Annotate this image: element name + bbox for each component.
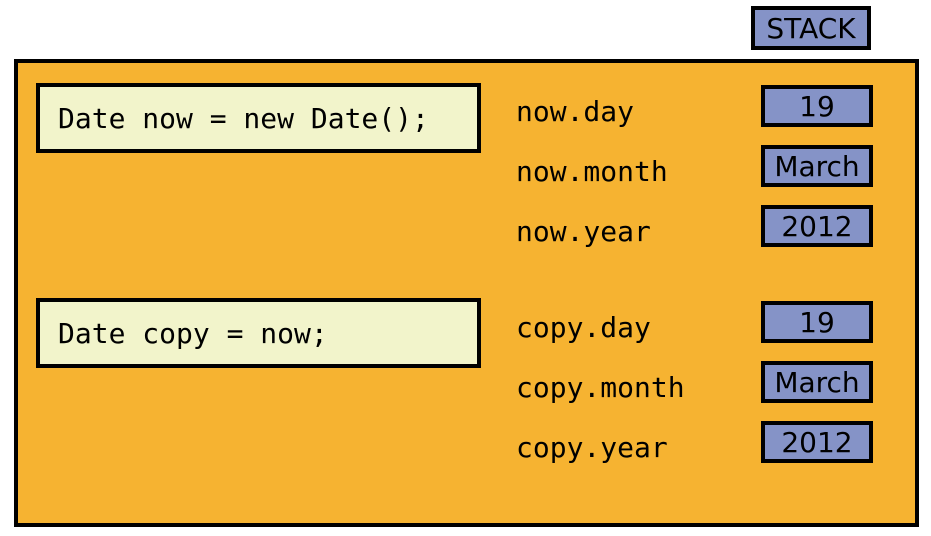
label-copy-year: copy.year	[516, 431, 668, 464]
diagram-canvas: STACK Date now = new Date(); Date copy =…	[0, 0, 931, 536]
value-now-day: 19	[761, 85, 873, 127]
value-now-month: March	[761, 145, 873, 187]
label-now-month: now.month	[516, 155, 668, 188]
stack-badge: STACK	[751, 6, 871, 50]
code-line-1: Date now = new Date();	[36, 83, 481, 153]
value-copy-day: 19	[761, 301, 873, 343]
label-copy-month: copy.month	[516, 371, 685, 404]
label-now-year: now.year	[516, 215, 651, 248]
stack-frame: Date now = new Date(); Date copy = now; …	[14, 59, 919, 527]
value-now-year: 2012	[761, 205, 873, 247]
code-line-2: Date copy = now;	[36, 298, 481, 368]
value-copy-month: March	[761, 361, 873, 403]
value-copy-year: 2012	[761, 421, 873, 463]
label-now-day: now.day	[516, 95, 634, 128]
label-copy-day: copy.day	[516, 311, 651, 344]
